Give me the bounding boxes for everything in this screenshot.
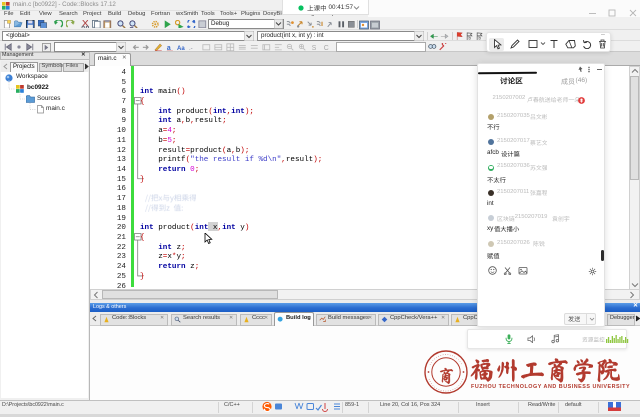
svg-text:S: S xyxy=(312,44,317,51)
svg-text:Aa: Aa xyxy=(177,45,185,51)
svg-text:.-: .- xyxy=(189,45,193,51)
svg-text:C: C xyxy=(324,44,329,51)
svg-text:b: b xyxy=(478,36,481,41)
svg-text:a: a xyxy=(167,44,171,51)
svg-text:b: b xyxy=(468,36,471,41)
